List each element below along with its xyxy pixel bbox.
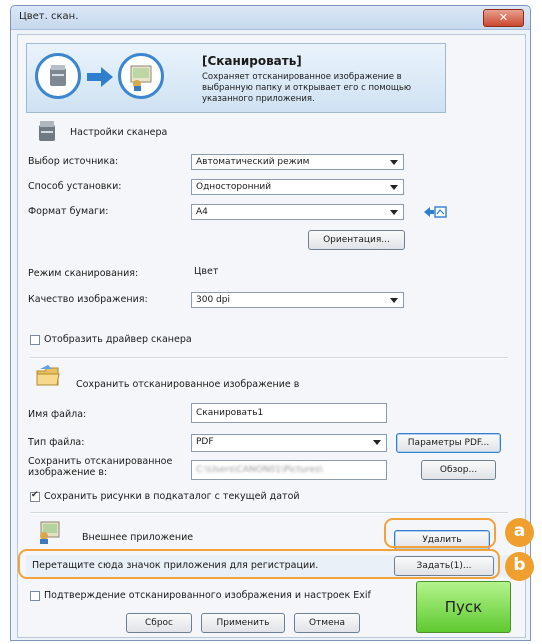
save-settings-heading: Сохранить отсканированное изображение в: [76, 379, 300, 390]
banner-description: Сохраняет отсканированное изображение в …: [202, 72, 411, 104]
close-icon: ✕: [498, 11, 509, 24]
start-button[interactable]: Пуск: [416, 581, 511, 633]
filetype-label: Тип файла:: [28, 437, 85, 448]
paper-rotate-icon[interactable]: [422, 202, 448, 222]
banner-title: [Сканировать]: [202, 54, 302, 68]
separator: [30, 357, 508, 359]
application-icon: [118, 53, 164, 99]
chevron-down-icon: [390, 298, 398, 303]
reset-button[interactable]: Сброс: [126, 613, 192, 633]
highlight-frame-a: [384, 518, 496, 548]
window-title: Цвет. скан.: [19, 11, 79, 22]
paper-label: Формат бумаги:: [28, 206, 109, 217]
filetype-value: PDF: [196, 437, 214, 447]
cancel-button[interactable]: Отмена: [294, 613, 360, 633]
show-driver-label: Отобразить драйвер сканера: [44, 334, 192, 345]
filename-input[interactable]: Сканировать1: [191, 403, 387, 423]
chevron-down-icon: [373, 440, 381, 445]
marker-b: b: [505, 552, 534, 581]
save-location-input[interactable]: C:\Users\CANON01\Pictures\: [191, 460, 387, 480]
chevron-down-icon: [390, 160, 398, 165]
external-app-heading: Внешнее приложение: [82, 532, 194, 543]
mode-label: Способ установки:: [28, 181, 122, 192]
app-window-icon: [40, 521, 60, 544]
marker-a: a: [505, 518, 534, 547]
source-label: Выбор источника:: [28, 156, 119, 167]
browse-button[interactable]: Обзор...: [421, 460, 496, 480]
quality-label: Качество изображения:: [28, 294, 148, 305]
confirm-exif-label: Подтверждение отсканированного изображен…: [44, 590, 371, 601]
chevron-down-icon: [390, 185, 398, 190]
chevron-down-icon: [390, 210, 398, 215]
orientation-button[interactable]: Ориентация...: [308, 230, 405, 250]
apply-button[interactable]: Применить: [201, 613, 285, 633]
mode-select[interactable]: Односторонний: [191, 179, 404, 195]
title-bar: Цвет. скан. ✕: [11, 6, 530, 30]
scan-banner: [Сканировать] Сохраняет отсканированное …: [26, 43, 446, 113]
scan-mode-value: Цвет: [194, 266, 219, 277]
close-button[interactable]: ✕: [483, 9, 524, 27]
scanner-icon: [39, 121, 55, 141]
paper-value: A4: [196, 207, 208, 217]
confirm-exif-checkbox[interactable]: [30, 591, 40, 601]
filetype-select[interactable]: PDF: [191, 434, 387, 452]
scanner-settings-heading: Настройки сканера: [70, 127, 168, 138]
subfolder-label: Сохранить рисунки в подкаталог с текущей…: [44, 491, 300, 502]
paper-select[interactable]: A4: [191, 204, 404, 220]
filename-value: Сканировать1: [196, 408, 264, 418]
quality-value: 300 dpi: [196, 295, 230, 305]
arrow-right-icon: [87, 67, 113, 87]
quality-select[interactable]: 300 dpi: [191, 292, 404, 308]
folder-icon: [36, 365, 60, 386]
source-value: Автоматический режим: [196, 157, 310, 167]
save-location-value: C:\Users\CANON01\Pictures\: [196, 465, 323, 475]
source-select[interactable]: Автоматический режим: [191, 154, 404, 170]
show-driver-checkbox[interactable]: [30, 335, 40, 345]
scanner-icon: [35, 53, 81, 99]
scan-mode-label: Режим сканирования:: [28, 268, 139, 279]
subfolder-checkbox[interactable]: [30, 490, 40, 502]
save-location-label: Сохранить отсканированное изображение в:: [28, 456, 173, 478]
highlight-frame-b: [18, 549, 500, 579]
pdf-params-button[interactable]: Параметры PDF...: [396, 433, 501, 453]
mode-value: Односторонний: [196, 182, 272, 192]
filename-label: Имя файла:: [28, 409, 87, 420]
separator: [30, 512, 508, 514]
